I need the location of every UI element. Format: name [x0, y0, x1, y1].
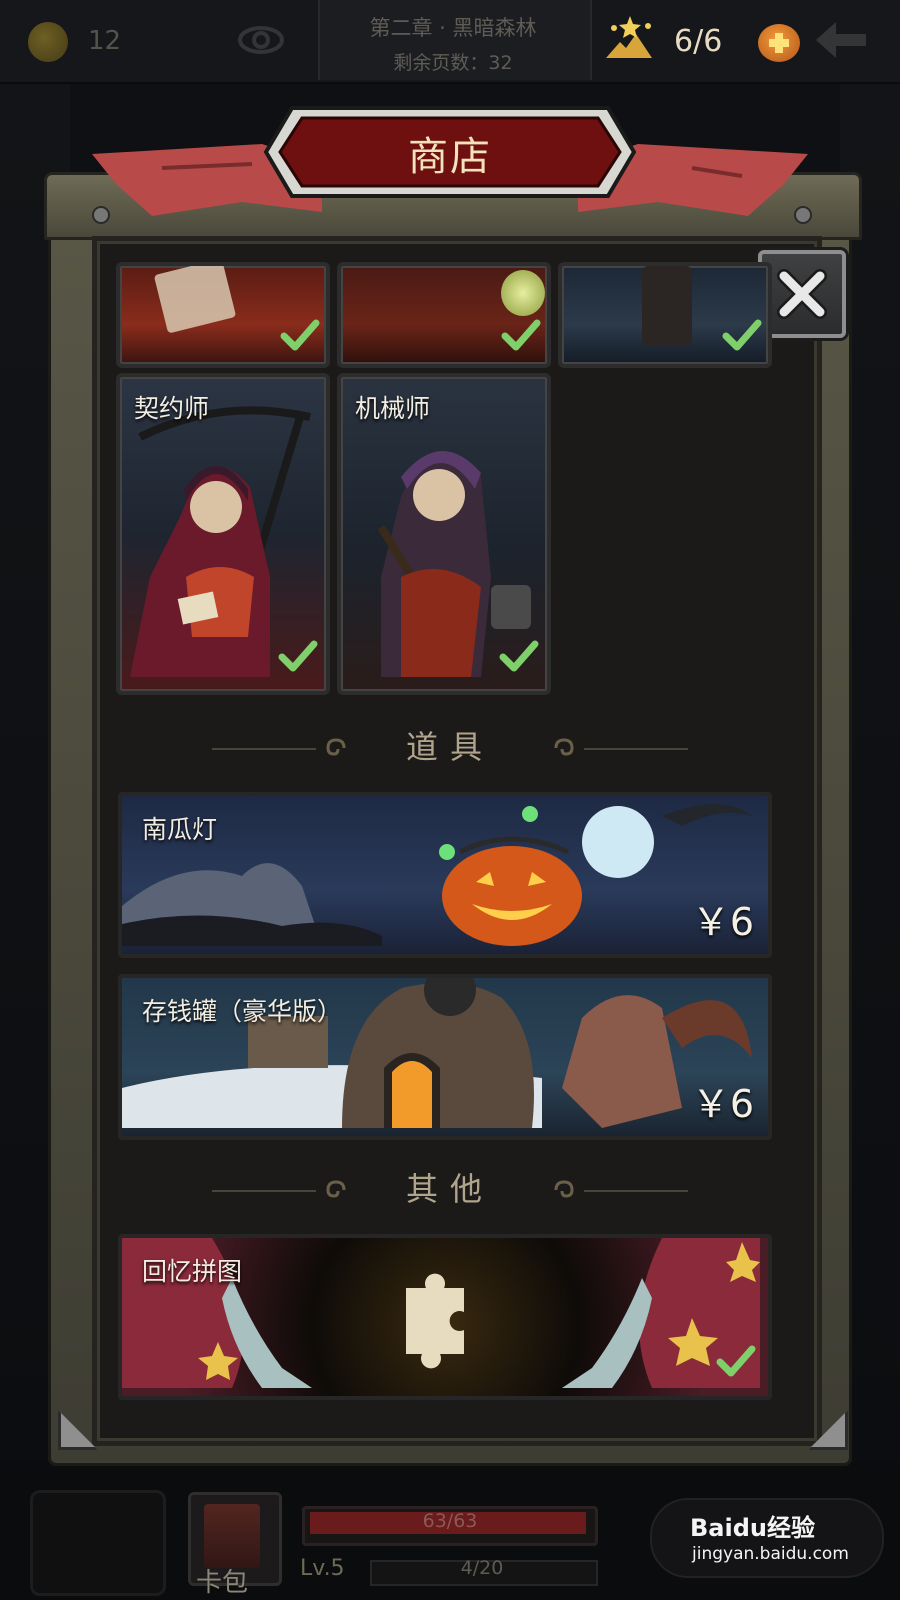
potion-icon: [501, 270, 545, 316]
item-name: 回忆拼图: [142, 1257, 243, 1286]
owned-check-icon: [716, 1345, 756, 1377]
section-divider: [584, 748, 688, 750]
shop-title: 商店: [408, 134, 492, 180]
section-divider: [212, 1190, 316, 1192]
owned-check-icon: [499, 640, 539, 672]
energy-icon: [606, 16, 652, 58]
item-name: 存钱罐（豪华版）: [142, 997, 343, 1026]
xp-text: 4/20: [460, 1557, 504, 1579]
level-text: Lv.5: [300, 1556, 345, 1581]
item-card-pumpkin-lantern[interactable]: 南瓜灯 ￥6: [118, 792, 772, 958]
hero-card-contractor[interactable]: 契约师: [116, 373, 330, 695]
book-icon: [204, 1504, 260, 1568]
pages-remaining: 剩余页数：32: [393, 52, 513, 74]
card-art: [642, 266, 692, 346]
hero-card[interactable]: [337, 262, 551, 368]
item-name: 南瓜灯: [142, 815, 218, 844]
hero-card[interactable]: [116, 262, 330, 368]
hp-text: 63/63: [422, 1510, 478, 1532]
close-icon: [777, 269, 827, 319]
hero-name: 机械师: [355, 394, 431, 423]
item-price: ￥6: [691, 900, 754, 944]
item-price: ￥6: [691, 1082, 754, 1126]
owned-check-icon: [722, 319, 762, 351]
owned-check-icon: [278, 640, 318, 672]
item-card-piggy-bank[interactable]: 存钱罐（豪华版） ￥6: [118, 974, 772, 1140]
section-divider: [212, 748, 316, 750]
coin-icon: [28, 22, 68, 62]
add-energy-button[interactable]: [758, 24, 800, 62]
energy-count: 6/6: [674, 24, 723, 59]
coin-count: 12: [88, 26, 122, 56]
item-card-memory-puzzle[interactable]: 回忆拼图: [118, 1234, 772, 1400]
owned-check-icon: [501, 319, 541, 351]
eye-icon[interactable]: [238, 20, 284, 60]
watermark-brand: Baidu经验: [690, 1514, 815, 1542]
section-title-other: 其他: [405, 1170, 494, 1208]
swirl-ornament-icon: [326, 738, 346, 756]
hero-name: 契约师: [134, 394, 210, 423]
owned-check-icon: [280, 319, 320, 351]
swirl-ornament-icon: [326, 1180, 346, 1198]
section-divider: [584, 1190, 688, 1192]
chapter-title: 第二章 · 黑暗森林: [369, 16, 537, 40]
swirl-ornament-icon: [554, 738, 574, 756]
hero-card[interactable]: [558, 262, 772, 368]
card-art: [153, 266, 237, 334]
back-arrow-icon[interactable]: [814, 16, 870, 64]
section-title-items: 道具: [405, 728, 494, 766]
pumpkin-lantern-art: [122, 804, 752, 946]
card-pack-label: 卡包: [196, 1568, 249, 1598]
chest-icon[interactable]: [30, 1490, 166, 1596]
hero-card-mechanic[interactable]: 机械师: [337, 373, 551, 695]
watermark-url: jingyan.baidu.com: [692, 1544, 849, 1564]
swirl-ornament-icon: [554, 1180, 574, 1198]
